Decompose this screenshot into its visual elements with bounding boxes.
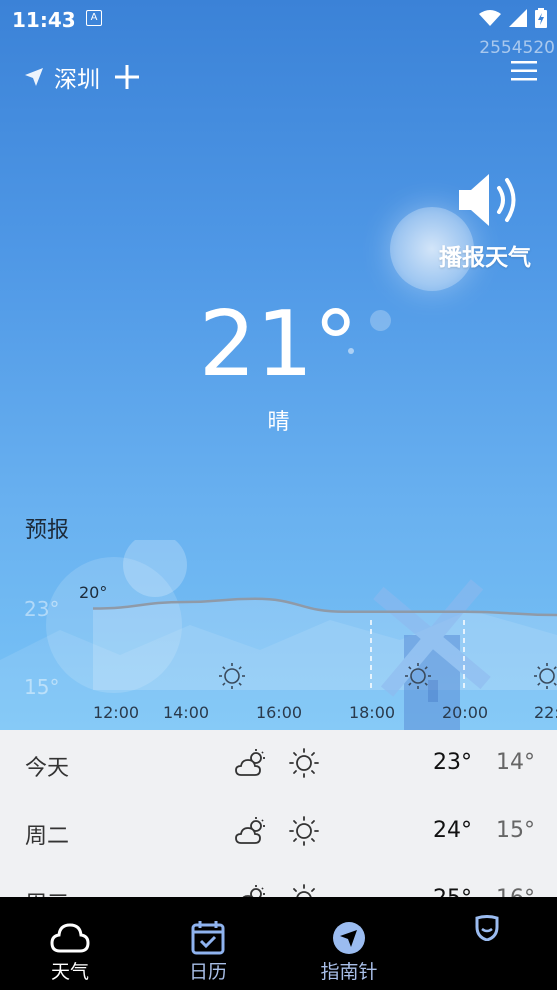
daily-high: 23° [433,750,472,775]
sun-icon [289,816,319,846]
city-name[interactable]: 深圳 [54,60,100,94]
x-tick-label: 14:00 [163,703,209,722]
data-label: 20° [79,583,107,602]
status-bar: 11:43 A [0,0,557,38]
system-icons [479,8,547,28]
y-tick-label: 23° [24,597,59,621]
nav-calendar[interactable]: 日历 [148,897,268,984]
battery-icon [535,8,547,28]
nav-weather[interactable]: 天气 [10,897,130,984]
x-tick-label: 22:00 [534,703,557,722]
location-bar: 深圳 [24,60,140,94]
wifi-icon [479,10,501,26]
daily-low: 15° [496,818,535,843]
x-tick-label: 12:00 [93,703,139,722]
daily-forecast-list[interactable]: 今天 23° 14° 周二 24° 15° 周三25°16° [0,730,557,900]
speaker-icon [459,174,516,226]
daily-day-label: 今天 [25,756,70,781]
notification-a-icon: A [86,10,102,26]
cloud-sun-icon [235,749,265,776]
shield-icon [475,915,499,941]
weather-hero: 11:43 A 2554520 深圳 播报天气 21° 晴 预报 12:00 1… [0,0,557,732]
compass-icon [333,922,365,954]
daily-row[interactable]: 周二 24° 15° [0,798,557,866]
status-time: 11:43 [12,8,76,32]
nav-compass-label: 指南针 [320,961,378,983]
overlay-id-text: 2554520 [479,38,555,58]
sun-icon [289,748,319,778]
nav-shield[interactable] [427,897,547,955]
calendar-icon [191,921,225,955]
daily-day-label: 周二 [25,824,70,849]
cloud-icon [50,923,90,953]
location-arrow-icon[interactable] [24,67,44,87]
nav-calendar-label: 日历 [188,961,227,983]
nav-compass[interactable]: 指南针 [289,897,409,984]
daily-row[interactable]: 周三25°16° [0,866,557,900]
hourly-forecast-chart: 12:00 14:00 16:00 18:00 20:00 22:00 23° 15° 20° [0,540,557,732]
daily-row[interactable]: 今天 23° 14° [0,730,557,798]
current-condition: 晴 [267,410,290,435]
daily-high: 24° [433,818,472,843]
broadcast-label: 播报天气 [439,245,531,271]
add-city-icon[interactable] [114,64,140,90]
broadcast-weather-button[interactable]: 播报天气 [430,170,540,272]
current-temperature: 21° [198,292,359,397]
bottom-navigation: 天气 日历 指南针 [0,897,557,990]
y-tick-label: 15° [24,675,59,699]
menu-icon[interactable] [511,60,537,82]
app-root: 11:43 A 2554520 深圳 播报天气 21° 晴 预报 12:00 1… [0,0,557,990]
signal-icon [509,9,527,27]
x-tick-label: 18:00 [349,703,395,722]
nav-weather-label: 天气 [50,961,89,983]
daily-low: 14° [496,750,535,775]
cloud-sun-icon [235,817,265,844]
x-tick-label: 20:00 [442,703,488,722]
x-tick-label: 16:00 [256,703,302,722]
